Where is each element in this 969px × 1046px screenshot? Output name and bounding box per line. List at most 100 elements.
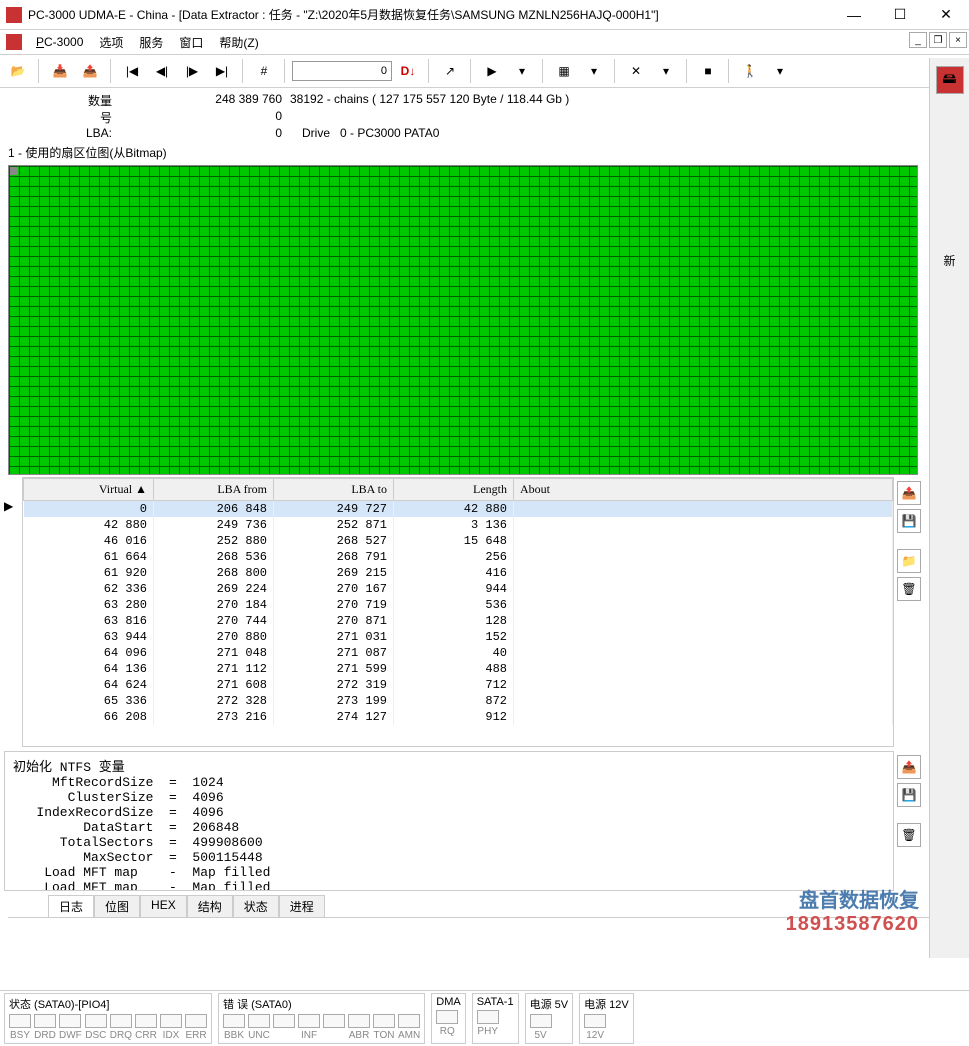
mdi-restore-button[interactable]: ❐ bbox=[929, 32, 947, 48]
address-input[interactable] bbox=[292, 61, 392, 81]
table-row[interactable]: 62 336269 224270 167944 bbox=[24, 581, 893, 597]
tab-日志[interactable]: 日志 bbox=[48, 895, 94, 917]
tab-结构[interactable]: 结构 bbox=[187, 895, 233, 917]
table-row[interactable]: 65 336272 328273 199872 bbox=[24, 693, 893, 709]
table-trash-button[interactable]: 🗑 bbox=[897, 577, 921, 601]
sidebar-device-button[interactable]: 🖴 bbox=[936, 66, 964, 94]
num-label: 号 bbox=[10, 109, 120, 126]
main-toolbar: 📂 📥 📤 |◀ ◀| |▶ ▶| # D↓ ↗ ▶ ▾ ▦ ▾ ✕ ▾ ■ 🚶… bbox=[0, 54, 969, 88]
table-header[interactable]: Length bbox=[394, 479, 514, 501]
status-led: PHY bbox=[477, 1010, 499, 1037]
status-group-title: 电源 5V bbox=[530, 996, 569, 1012]
status-group-title: SATA-1 bbox=[477, 996, 514, 1008]
tools-dropdown-button[interactable]: ▾ bbox=[652, 57, 680, 85]
status-led: UNC bbox=[248, 1014, 270, 1041]
app-menu-icon bbox=[6, 34, 22, 50]
drive-value: 0 - PC3000 PATA0 bbox=[340, 126, 439, 140]
goto-button[interactable]: D↓ bbox=[394, 57, 422, 85]
table-header[interactable]: About bbox=[514, 479, 893, 501]
status-group: 电源 12V 12V bbox=[579, 993, 634, 1044]
log-panel[interactable]: 初始化 NTFS 变量 MftRecordSize = 1024 Cluster… bbox=[4, 751, 894, 891]
table-row[interactable]: 63 280270 184270 719536 bbox=[24, 597, 893, 613]
status-group-title: 状态 (SATA0)-[PIO4] bbox=[9, 996, 207, 1012]
grid-view-button[interactable]: ▦ bbox=[550, 57, 578, 85]
qty-value: 248 389 760 bbox=[120, 92, 290, 109]
table-save-button[interactable]: 💾 bbox=[897, 509, 921, 533]
mdi-minimize-button[interactable]: _ bbox=[909, 32, 927, 48]
open-task-button[interactable]: 📂 bbox=[4, 57, 32, 85]
play-button[interactable]: ▶ bbox=[478, 57, 506, 85]
chains-table[interactable]: Virtual ▲LBA fromLBA toLengthAbout 0206 … bbox=[22, 477, 894, 747]
table-row[interactable]: 64 624271 608272 319712 bbox=[24, 677, 893, 693]
tab-进程[interactable]: 进程 bbox=[279, 895, 325, 917]
tab-状态[interactable]: 状态 bbox=[233, 895, 279, 917]
menu-app[interactable]: PC-3000 bbox=[28, 32, 91, 52]
maximize-button[interactable]: ☐ bbox=[877, 0, 923, 30]
nav-prev-button[interactable]: ◀| bbox=[148, 57, 176, 85]
app-icon bbox=[6, 7, 22, 23]
status-led: DWF bbox=[59, 1014, 82, 1041]
sector-bitmap[interactable] bbox=[8, 165, 918, 475]
table-row[interactable]: 64 136271 112271 599488 bbox=[24, 661, 893, 677]
status-led: 12V bbox=[584, 1014, 606, 1041]
mdi-close-button[interactable]: × bbox=[949, 32, 967, 48]
table-header[interactable]: Virtual ▲ bbox=[24, 479, 154, 501]
status-led: INF bbox=[298, 1014, 320, 1041]
nav-first-button[interactable]: |◀ bbox=[118, 57, 146, 85]
status-group-title: 电源 12V bbox=[584, 996, 629, 1012]
table-export-button[interactable]: 📤 bbox=[897, 481, 921, 505]
bottom-tabs: 日志位图HEX结构状态进程 bbox=[8, 895, 961, 918]
table-row[interactable]: 0206 848249 72742 880 bbox=[24, 501, 893, 518]
status-led: ERR bbox=[185, 1014, 207, 1041]
exit-dropdown-button[interactable]: ▾ bbox=[766, 57, 794, 85]
menu-window[interactable]: 窗口 bbox=[171, 31, 211, 54]
table-row[interactable]: 61 920268 800269 215416 bbox=[24, 565, 893, 581]
table-row[interactable]: 42 880249 736252 8713 136 bbox=[24, 517, 893, 533]
play-dropdown-button[interactable]: ▾ bbox=[508, 57, 536, 85]
exit-button[interactable]: 🚶 bbox=[736, 57, 764, 85]
status-group: DMARQ bbox=[431, 993, 465, 1044]
nav-last-button[interactable]: ▶| bbox=[208, 57, 236, 85]
menu-service[interactable]: 服务 bbox=[131, 31, 171, 54]
minimize-button[interactable]: — bbox=[831, 0, 877, 30]
grid-button[interactable]: # bbox=[250, 57, 278, 85]
table-row[interactable]: 63 944270 880271 031152 bbox=[24, 629, 893, 645]
tab-位图[interactable]: 位图 bbox=[94, 895, 140, 917]
table-row[interactable]: 46 016252 880268 52715 648 bbox=[24, 533, 893, 549]
log-trash-button[interactable]: 🗑 bbox=[897, 823, 921, 847]
sidebar-new-label: 新 bbox=[943, 252, 955, 269]
tools-button[interactable]: ✕ bbox=[622, 57, 650, 85]
table-row[interactable]: 66 208273 216274 127912 bbox=[24, 709, 893, 725]
close-button[interactable]: ✕ bbox=[923, 0, 969, 30]
table-header[interactable]: LBA to bbox=[274, 479, 394, 501]
row-pointer-icon: ▶ bbox=[4, 477, 22, 747]
status-bar: 状态 (SATA0)-[PIO4]BSYDRDDWFDSCDRQCRRIDXER… bbox=[0, 990, 969, 1046]
status-led: DRQ bbox=[110, 1014, 132, 1041]
status-led: ABR bbox=[348, 1014, 370, 1041]
menu-options[interactable]: 选项 bbox=[91, 31, 131, 54]
status-group: SATA-1 PHY bbox=[472, 993, 519, 1044]
right-sidebar: 🖴 新 bbox=[929, 58, 969, 958]
log-export-button[interactable]: 📤 bbox=[897, 755, 921, 779]
status-group: 错 误 (SATA0)BBKUNCINFABRTONAMN bbox=[218, 993, 425, 1044]
nav-next-button[interactable]: |▶ bbox=[178, 57, 206, 85]
export-button[interactable]: 📤 bbox=[76, 57, 104, 85]
table-header[interactable]: LBA from bbox=[154, 479, 274, 501]
table-row[interactable]: 63 816270 744270 871128 bbox=[24, 613, 893, 629]
status-group-title: 错 误 (SATA0) bbox=[223, 996, 420, 1012]
table-row[interactable]: 64 096271 048271 08740 bbox=[24, 645, 893, 661]
menu-help[interactable]: 帮助(Z) bbox=[211, 31, 266, 54]
jump-out-button[interactable]: ↗ bbox=[436, 57, 464, 85]
window-titlebar: PC-3000 UDMA-E - China - [Data Extractor… bbox=[0, 0, 969, 30]
tab-HEX[interactable]: HEX bbox=[140, 895, 187, 917]
status-led: DRD bbox=[34, 1014, 56, 1041]
log-save-button[interactable]: 💾 bbox=[897, 783, 921, 807]
grid-dropdown-button[interactable]: ▾ bbox=[580, 57, 608, 85]
lba-label: LBA: bbox=[10, 126, 120, 140]
table-folder-button[interactable]: 📁 bbox=[897, 549, 921, 573]
chains-info: 38192 - chains ( 127 175 557 120 Byte / … bbox=[290, 92, 569, 109]
import-button[interactable]: 📥 bbox=[46, 57, 74, 85]
table-row[interactable]: 61 664268 536268 791256 bbox=[24, 549, 893, 565]
stop-button[interactable]: ■ bbox=[694, 57, 722, 85]
bitmap-title: 1 - 使用的扇区位图(从Bitmap) bbox=[0, 142, 969, 163]
